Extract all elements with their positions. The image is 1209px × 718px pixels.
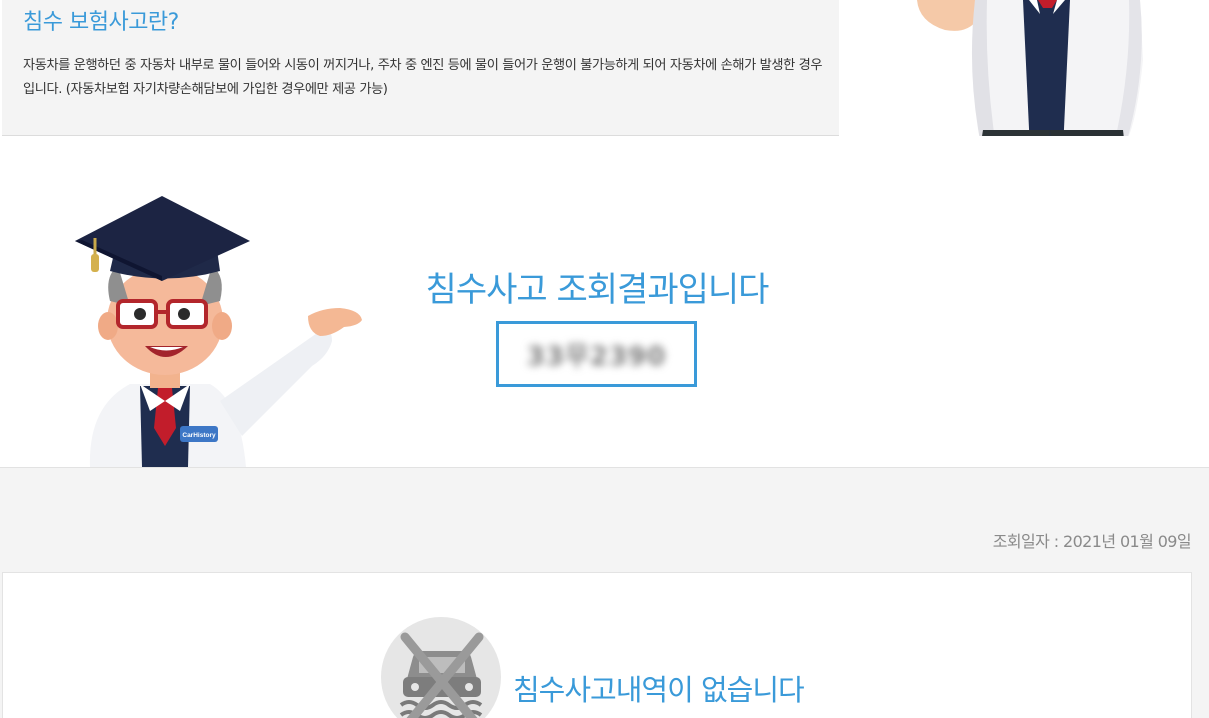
no-record-panel: 침수사고내역이 없습니다: [2, 572, 1192, 718]
flood-info-box: 침수 보험사고란? 자동차를 운행하던 중 자동차 내부로 물이 들어와 시동이…: [2, 0, 839, 136]
flooded-car-crossed-icon: [381, 617, 501, 718]
plate-number: 33무2390: [526, 341, 667, 372]
info-title: 침수 보험사고란?: [23, 10, 179, 35]
result-section: 조회일자 : 2021년 01월 09일 침수사고내역이 없습니다: [0, 467, 1209, 718]
doctor-pointing-illustration: CarHistory: [75, 196, 362, 467]
plate-number-box: 33무2390: [496, 321, 697, 387]
no-record-message: 침수사고내역이 없습니다: [513, 673, 805, 707]
badge-text: CarHistory: [182, 432, 216, 439]
result-title: 침수사고 조회결과입니다: [425, 270, 770, 310]
page: 침수 보험사고란? 자동차를 운행하던 중 자동차 내부로 물이 들어와 시동이…: [0, 0, 1209, 718]
result-hero: CarHistory 침수사고 조회결과입니다 33무2390: [0, 136, 1209, 467]
info-description: 자동차를 운행하던 중 자동차 내부로 물이 들어와 시동이 꺼지거나, 주차 …: [23, 58, 823, 97]
query-date: 조회일자 : 2021년 01월 09일: [992, 532, 1192, 551]
